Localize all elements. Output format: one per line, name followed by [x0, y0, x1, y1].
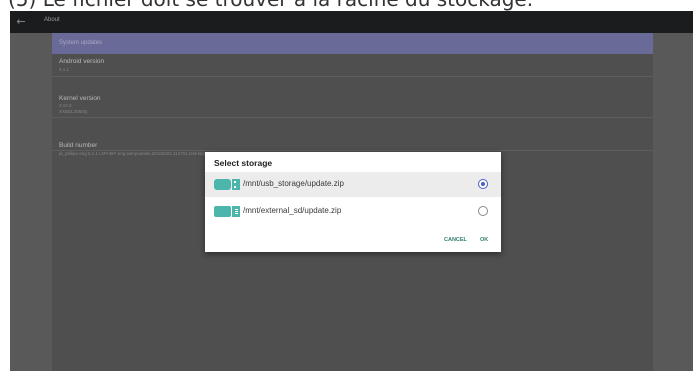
settings-item-title: Kernel version — [59, 95, 101, 102]
settings-item-title: Build number — [59, 142, 98, 149]
storage-option-sd[interactable]: /mnt/external_sd/update.zip — [205, 199, 501, 224]
select-storage-dialog: Select storage /mnt/usb_storage/update.z… — [205, 152, 501, 252]
settings-item-label: System updates — [59, 40, 103, 46]
settings-item-summary-secondary: XXBDL3050Q — [59, 109, 88, 114]
cancel-button[interactable]: CANCEL — [444, 237, 467, 243]
dialog-title: Select storage — [214, 158, 273, 168]
sd-card-icon — [214, 206, 240, 217]
storage-option-label: /mnt/external_sd/update.zip — [243, 206, 342, 215]
app-bar: ← About — [10, 11, 693, 33]
page-title: About — [44, 17, 60, 23]
settings-item-title: Android version — [59, 58, 105, 65]
storage-option-usb[interactable]: /mnt/usb_storage/update.zip — [205, 172, 501, 197]
usb-storage-icon — [214, 179, 240, 190]
settings-item-system-updates[interactable]: System updates — [52, 33, 653, 54]
storage-option-label: /mnt/usb_storage/update.zip — [243, 179, 344, 188]
caption-text: (5) Le fichier doit se trouver à la raci… — [8, 0, 533, 10]
settings-item-kernel-version[interactable]: Kernel version 3.10.0 XXBDL3050Q — [52, 77, 653, 118]
settings-item-build-number[interactable]: Build number pl_philips-eng 5.1.1 LMY48Y… — [52, 118, 653, 156]
radio-unselected[interactable] — [478, 206, 488, 216]
ok-button[interactable]: OK — [480, 237, 488, 243]
settings-item-summary: 5.1.1 — [59, 67, 70, 72]
arrow-left-icon[interactable]: ← — [14, 15, 28, 29]
top-caption: (5) Le fichier doit se trouver à la raci… — [0, 0, 699, 11]
settings-item-summary: 3.10.0 — [59, 103, 72, 108]
settings-item-summary: pl_philips-eng 5.1.1 LMY48Y eng.wenyuanl… — [59, 151, 226, 156]
radio-selected[interactable] — [478, 179, 488, 189]
settings-item-android-version[interactable]: Android version 5.1.1 — [52, 55, 653, 77]
